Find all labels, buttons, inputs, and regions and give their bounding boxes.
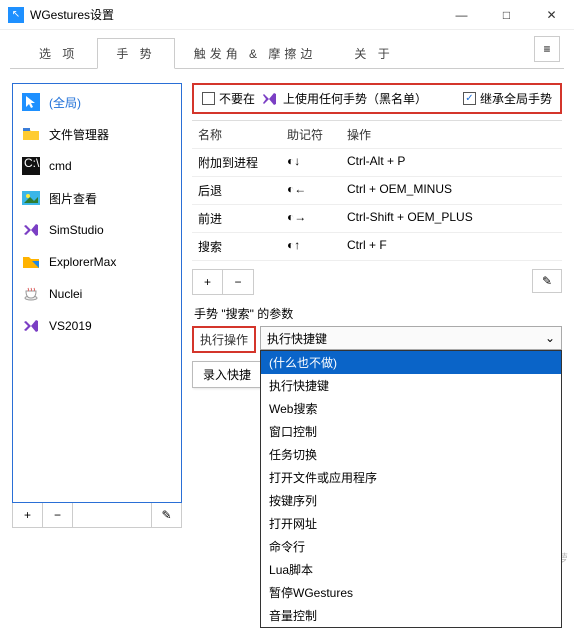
coffee-icon	[21, 284, 41, 304]
dropdown-item[interactable]: 音量控制	[261, 604, 561, 627]
cursor-icon	[21, 92, 41, 112]
cmd-icon: C:\	[21, 156, 41, 176]
svg-text:C:\: C:\	[24, 157, 40, 170]
chevron-down-icon: ⌄	[545, 331, 555, 345]
sidebar-item-explorermax[interactable]: ExplorerMax	[13, 246, 181, 278]
dropdown-item[interactable]: (什么也不做)	[261, 351, 561, 374]
blacklist-checkbox[interactable]	[202, 92, 215, 105]
tab-about[interactable]: 关 于	[335, 38, 412, 69]
sidebar-item-nuclei[interactable]: Nuclei	[13, 278, 181, 310]
maximize-button[interactable]: □	[484, 0, 529, 30]
dropdown-item[interactable]: 执行快捷键	[261, 374, 561, 397]
dropdown-item[interactable]: Web搜索	[261, 397, 561, 420]
sidebar-label: 文件管理器	[49, 126, 109, 143]
sidebar-item-imageviewer[interactable]: 图片查看	[13, 182, 181, 214]
edit-app-button[interactable]: ✎	[151, 503, 181, 527]
table-row[interactable]: 附加到进程 ◐↓ Ctrl-Alt + P	[192, 149, 562, 177]
combo-value: 执行快捷键	[267, 330, 327, 347]
app-icon: ↖	[8, 7, 24, 23]
sidebar-label: cmd	[49, 159, 72, 173]
col-action[interactable]: 操作	[347, 126, 562, 143]
params-title: 手势 "搜索" 的参数	[192, 305, 562, 322]
dropdown-item[interactable]: 任务切换	[261, 443, 561, 466]
image-icon	[21, 188, 41, 208]
tab-gestures[interactable]: 手 势	[97, 38, 174, 69]
edit-gesture-button[interactable]: ✎	[532, 269, 562, 293]
remove-app-button[interactable]: −	[43, 503, 73, 527]
vs-icon	[21, 220, 41, 240]
table-row[interactable]: 搜索 ◐↑ Ctrl + F	[192, 233, 562, 261]
vs-icon	[21, 316, 41, 336]
action-label: 执行操作	[192, 326, 256, 353]
remove-gesture-button[interactable]: −	[223, 270, 253, 294]
app-list[interactable]: (全局) 文件管理器 C:\ cmd 图片查看 SimStudio Explor…	[12, 83, 182, 503]
action-combobox[interactable]: 执行快捷键 ⌄	[260, 326, 562, 350]
minimize-button[interactable]: —	[439, 0, 484, 30]
window-title: WGestures设置	[30, 6, 439, 23]
col-name[interactable]: 名称	[192, 126, 287, 143]
sidebar-label: ExplorerMax	[49, 255, 116, 269]
folder-icon	[21, 124, 41, 144]
add-app-button[interactable]: +	[13, 503, 43, 527]
sidebar-item-filemanager[interactable]: 文件管理器	[13, 118, 181, 150]
tab-triggers[interactable]: 触发角 & 摩擦边	[175, 38, 336, 69]
blacklist-pre: 不要在	[219, 90, 255, 107]
close-button[interactable]: ✕	[529, 0, 574, 30]
record-shortcut-button[interactable]: 录入快捷	[192, 361, 262, 388]
sidebar-label: Nuclei	[49, 287, 82, 301]
sidebar-item-vs2019[interactable]: VS2019	[13, 310, 181, 342]
gesture-table: 名称 助记符 操作 附加到进程 ◐↓ Ctrl-Alt + P 后退 ◐← Ct…	[192, 120, 562, 261]
dropdown-item[interactable]: 命令行	[261, 535, 561, 558]
inherit-checkbox[interactable]: ✓	[463, 92, 476, 105]
dropdown-item[interactable]: 打开网址	[261, 512, 561, 535]
menu-button[interactable]: ≡	[534, 36, 560, 62]
table-row[interactable]: 后退 ◐← Ctrl + OEM_MINUS	[192, 177, 562, 205]
gesture-options-highlight: 不要在 上使用任何手势（黑名单） ✓ 继承全局手势	[192, 83, 562, 114]
sidebar-item-cmd[interactable]: C:\ cmd	[13, 150, 181, 182]
sidebar-label: 图片查看	[49, 190, 97, 207]
blacklist-post: 上使用任何手势（黑名单）	[283, 90, 427, 107]
sidebar-item-global[interactable]: (全局)	[13, 86, 181, 118]
sidebar-label: VS2019	[49, 319, 92, 333]
inherit-label: 继承全局手势	[480, 90, 552, 107]
dropdown-item[interactable]: 打开文件或应用程序	[261, 466, 561, 489]
sidebar-label: SimStudio	[49, 223, 104, 237]
folderx-icon	[21, 252, 41, 272]
dropdown-item[interactable]: 暂停WGestures	[261, 581, 561, 604]
tab-options[interactable]: 选 项	[20, 38, 97, 69]
sidebar-label: (全局)	[49, 94, 81, 111]
vs-icon	[261, 91, 277, 107]
col-mnemonic[interactable]: 助记符	[287, 126, 347, 143]
add-gesture-button[interactable]: +	[193, 270, 223, 294]
sidebar-item-simstudio[interactable]: SimStudio	[13, 214, 181, 246]
table-row[interactable]: 前进 ◐→ Ctrl-Shift + OEM_PLUS	[192, 205, 562, 233]
dropdown-item[interactable]: 窗口控制	[261, 420, 561, 443]
action-dropdown[interactable]: (什么也不做) 执行快捷键 Web搜索 窗口控制 任务切换 打开文件或应用程序 …	[260, 350, 562, 628]
dropdown-item[interactable]: 按键序列	[261, 489, 561, 512]
